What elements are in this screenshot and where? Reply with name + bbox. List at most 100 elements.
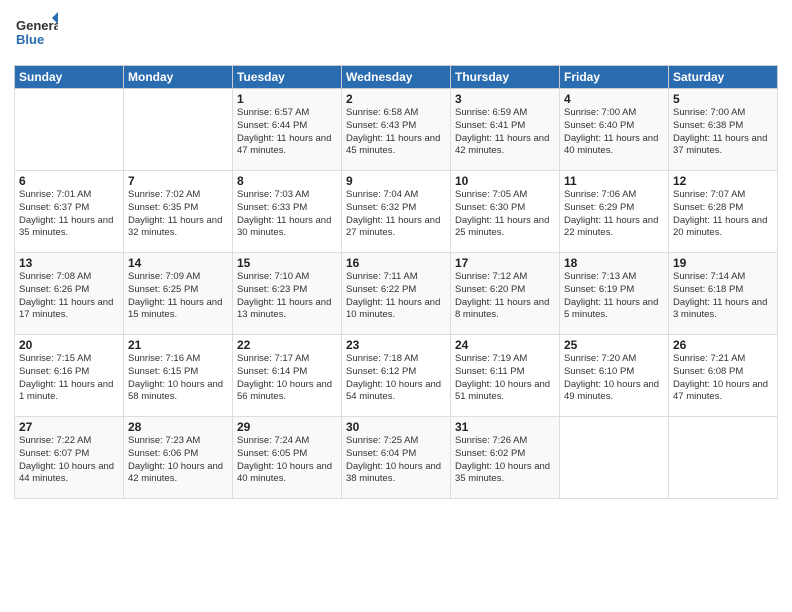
calendar-week-row: 6Sunrise: 7:01 AM Sunset: 6:37 PM Daylig… xyxy=(15,171,778,253)
calendar-cell: 17Sunrise: 7:12 AM Sunset: 6:20 PM Dayli… xyxy=(451,253,560,335)
calendar-cell xyxy=(560,417,669,499)
day-number: 21 xyxy=(128,338,228,352)
calendar-table: SundayMondayTuesdayWednesdayThursdayFrid… xyxy=(14,65,778,499)
day-number: 25 xyxy=(564,338,664,352)
calendar-cell: 5Sunrise: 7:00 AM Sunset: 6:38 PM Daylig… xyxy=(669,89,778,171)
calendar-header-row: SundayMondayTuesdayWednesdayThursdayFrid… xyxy=(15,66,778,89)
day-number: 3 xyxy=(455,92,555,106)
day-info: Sunrise: 7:24 AM Sunset: 6:05 PM Dayligh… xyxy=(237,435,337,486)
day-number: 8 xyxy=(237,174,337,188)
day-number: 11 xyxy=(564,174,664,188)
calendar-cell: 29Sunrise: 7:24 AM Sunset: 6:05 PM Dayli… xyxy=(233,417,342,499)
day-info: Sunrise: 7:00 AM Sunset: 6:38 PM Dayligh… xyxy=(673,107,773,158)
calendar-cell: 20Sunrise: 7:15 AM Sunset: 6:16 PM Dayli… xyxy=(15,335,124,417)
calendar-cell: 30Sunrise: 7:25 AM Sunset: 6:04 PM Dayli… xyxy=(342,417,451,499)
calendar-cell: 14Sunrise: 7:09 AM Sunset: 6:25 PM Dayli… xyxy=(124,253,233,335)
calendar-week-row: 20Sunrise: 7:15 AM Sunset: 6:16 PM Dayli… xyxy=(15,335,778,417)
day-info: Sunrise: 7:06 AM Sunset: 6:29 PM Dayligh… xyxy=(564,189,664,240)
calendar-cell: 15Sunrise: 7:10 AM Sunset: 6:23 PM Dayli… xyxy=(233,253,342,335)
calendar-week-row: 1Sunrise: 6:57 AM Sunset: 6:44 PM Daylig… xyxy=(15,89,778,171)
day-info: Sunrise: 7:19 AM Sunset: 6:11 PM Dayligh… xyxy=(455,353,555,404)
calendar-cell: 21Sunrise: 7:16 AM Sunset: 6:15 PM Dayli… xyxy=(124,335,233,417)
day-number: 28 xyxy=(128,420,228,434)
day-number: 12 xyxy=(673,174,773,188)
calendar-cell: 7Sunrise: 7:02 AM Sunset: 6:35 PM Daylig… xyxy=(124,171,233,253)
calendar-cell: 8Sunrise: 7:03 AM Sunset: 6:33 PM Daylig… xyxy=(233,171,342,253)
calendar-cell: 13Sunrise: 7:08 AM Sunset: 6:26 PM Dayli… xyxy=(15,253,124,335)
day-number: 5 xyxy=(673,92,773,106)
calendar-cell: 26Sunrise: 7:21 AM Sunset: 6:08 PM Dayli… xyxy=(669,335,778,417)
day-info: Sunrise: 7:20 AM Sunset: 6:10 PM Dayligh… xyxy=(564,353,664,404)
day-header-thursday: Thursday xyxy=(451,66,560,89)
day-info: Sunrise: 7:26 AM Sunset: 6:02 PM Dayligh… xyxy=(455,435,555,486)
calendar-cell: 19Sunrise: 7:14 AM Sunset: 6:18 PM Dayli… xyxy=(669,253,778,335)
calendar-cell: 25Sunrise: 7:20 AM Sunset: 6:10 PM Dayli… xyxy=(560,335,669,417)
day-number: 14 xyxy=(128,256,228,270)
day-info: Sunrise: 7:16 AM Sunset: 6:15 PM Dayligh… xyxy=(128,353,228,404)
day-header-friday: Friday xyxy=(560,66,669,89)
day-info: Sunrise: 7:13 AM Sunset: 6:19 PM Dayligh… xyxy=(564,271,664,322)
day-header-monday: Monday xyxy=(124,66,233,89)
calendar-cell: 6Sunrise: 7:01 AM Sunset: 6:37 PM Daylig… xyxy=(15,171,124,253)
calendar-cell xyxy=(669,417,778,499)
day-info: Sunrise: 7:07 AM Sunset: 6:28 PM Dayligh… xyxy=(673,189,773,240)
day-info: Sunrise: 7:11 AM Sunset: 6:22 PM Dayligh… xyxy=(346,271,446,322)
calendar-cell: 12Sunrise: 7:07 AM Sunset: 6:28 PM Dayli… xyxy=(669,171,778,253)
calendar-cell: 2Sunrise: 6:58 AM Sunset: 6:43 PM Daylig… xyxy=(342,89,451,171)
day-info: Sunrise: 7:09 AM Sunset: 6:25 PM Dayligh… xyxy=(128,271,228,322)
day-header-sunday: Sunday xyxy=(15,66,124,89)
calendar-cell: 4Sunrise: 7:00 AM Sunset: 6:40 PM Daylig… xyxy=(560,89,669,171)
day-info: Sunrise: 7:08 AM Sunset: 6:26 PM Dayligh… xyxy=(19,271,119,322)
calendar-cell: 27Sunrise: 7:22 AM Sunset: 6:07 PM Dayli… xyxy=(15,417,124,499)
day-info: Sunrise: 7:14 AM Sunset: 6:18 PM Dayligh… xyxy=(673,271,773,322)
day-info: Sunrise: 7:05 AM Sunset: 6:30 PM Dayligh… xyxy=(455,189,555,240)
day-info: Sunrise: 7:10 AM Sunset: 6:23 PM Dayligh… xyxy=(237,271,337,322)
day-number: 30 xyxy=(346,420,446,434)
day-number: 16 xyxy=(346,256,446,270)
calendar-cell: 3Sunrise: 6:59 AM Sunset: 6:41 PM Daylig… xyxy=(451,89,560,171)
day-number: 18 xyxy=(564,256,664,270)
day-info: Sunrise: 6:57 AM Sunset: 6:44 PM Dayligh… xyxy=(237,107,337,158)
day-info: Sunrise: 6:58 AM Sunset: 6:43 PM Dayligh… xyxy=(346,107,446,158)
day-number: 1 xyxy=(237,92,337,106)
day-number: 29 xyxy=(237,420,337,434)
day-number: 20 xyxy=(19,338,119,352)
calendar-cell: 24Sunrise: 7:19 AM Sunset: 6:11 PM Dayli… xyxy=(451,335,560,417)
calendar-cell: 16Sunrise: 7:11 AM Sunset: 6:22 PM Dayli… xyxy=(342,253,451,335)
day-number: 17 xyxy=(455,256,555,270)
header-area: General Blue xyxy=(14,10,778,59)
day-header-tuesday: Tuesday xyxy=(233,66,342,89)
calendar-cell: 31Sunrise: 7:26 AM Sunset: 6:02 PM Dayli… xyxy=(451,417,560,499)
logo: General Blue xyxy=(14,10,58,59)
day-info: Sunrise: 6:59 AM Sunset: 6:41 PM Dayligh… xyxy=(455,107,555,158)
day-info: Sunrise: 7:18 AM Sunset: 6:12 PM Dayligh… xyxy=(346,353,446,404)
day-number: 26 xyxy=(673,338,773,352)
day-number: 19 xyxy=(673,256,773,270)
calendar-cell: 10Sunrise: 7:05 AM Sunset: 6:30 PM Dayli… xyxy=(451,171,560,253)
day-info: Sunrise: 7:23 AM Sunset: 6:06 PM Dayligh… xyxy=(128,435,228,486)
day-number: 31 xyxy=(455,420,555,434)
day-number: 22 xyxy=(237,338,337,352)
day-number: 27 xyxy=(19,420,119,434)
svg-text:Blue: Blue xyxy=(16,32,44,47)
calendar-cell: 9Sunrise: 7:04 AM Sunset: 6:32 PM Daylig… xyxy=(342,171,451,253)
calendar-cell: 1Sunrise: 6:57 AM Sunset: 6:44 PM Daylig… xyxy=(233,89,342,171)
day-number: 2 xyxy=(346,92,446,106)
day-header-wednesday: Wednesday xyxy=(342,66,451,89)
day-info: Sunrise: 7:03 AM Sunset: 6:33 PM Dayligh… xyxy=(237,189,337,240)
calendar-cell xyxy=(15,89,124,171)
calendar-cell: 28Sunrise: 7:23 AM Sunset: 6:06 PM Dayli… xyxy=(124,417,233,499)
day-info: Sunrise: 7:12 AM Sunset: 6:20 PM Dayligh… xyxy=(455,271,555,322)
day-number: 13 xyxy=(19,256,119,270)
day-info: Sunrise: 7:01 AM Sunset: 6:37 PM Dayligh… xyxy=(19,189,119,240)
main-container: General Blue SundayMondayTuesdayWednesda… xyxy=(0,0,792,505)
day-number: 24 xyxy=(455,338,555,352)
day-number: 7 xyxy=(128,174,228,188)
day-info: Sunrise: 7:15 AM Sunset: 6:16 PM Dayligh… xyxy=(19,353,119,404)
calendar-cell: 22Sunrise: 7:17 AM Sunset: 6:14 PM Dayli… xyxy=(233,335,342,417)
day-header-saturday: Saturday xyxy=(669,66,778,89)
calendar-week-row: 13Sunrise: 7:08 AM Sunset: 6:26 PM Dayli… xyxy=(15,253,778,335)
calendar-week-row: 27Sunrise: 7:22 AM Sunset: 6:07 PM Dayli… xyxy=(15,417,778,499)
day-info: Sunrise: 7:02 AM Sunset: 6:35 PM Dayligh… xyxy=(128,189,228,240)
day-info: Sunrise: 7:00 AM Sunset: 6:40 PM Dayligh… xyxy=(564,107,664,158)
